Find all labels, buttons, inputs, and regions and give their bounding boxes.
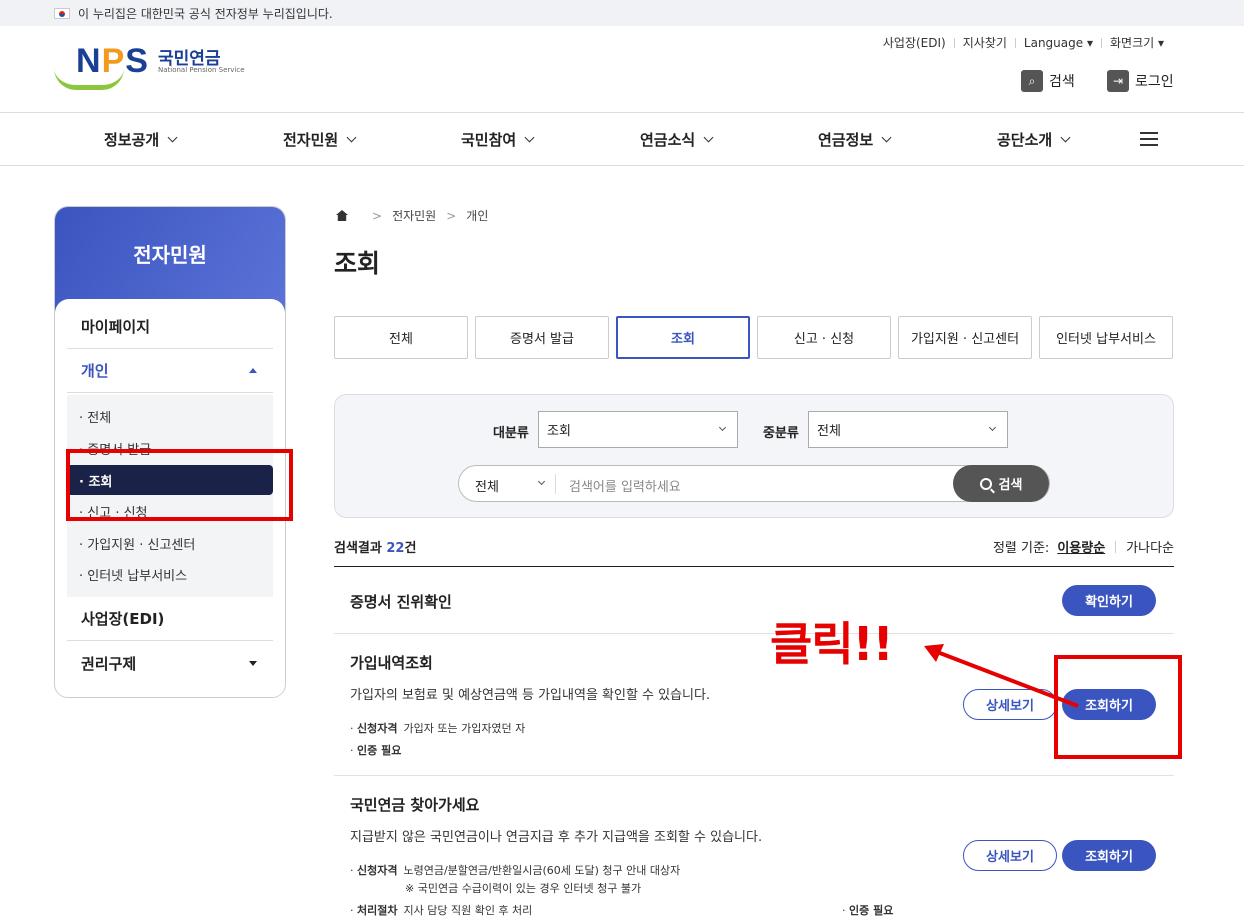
item-desc: 지급받지 않은 국민연금이나 연금지급 후 추가 지급액을 조회할 수 있습니다… <box>350 830 763 845</box>
utility-menu: 사업장(EDI) 지사찾기 Language ▾ 화면크기 ▾ <box>875 34 1172 51</box>
item-title: 증명서 진위확인 <box>350 593 452 611</box>
category-tabs: 전체 증명서 발급 조회 신고 · 신청 가입지원 · 신고센터 인터넷 납부서… <box>334 316 1173 359</box>
result-count: 검색결과 22건 <box>334 541 417 556</box>
search-icon <box>979 477 992 490</box>
page-title: 조회 <box>334 249 381 278</box>
gnb-participation[interactable]: 국민참여 <box>461 129 535 150</box>
util-branch[interactable]: 지사찾기 <box>955 34 1015 51</box>
tab-support[interactable]: 가입지원 · 신고센터 <box>898 316 1032 359</box>
korea-flag-icon <box>54 7 70 19</box>
search-field: 전체 검색어를 입력하세요 검색 <box>458 465 1050 502</box>
minor-select[interactable]: 전체 <box>808 411 1008 448</box>
gnb-news[interactable]: 연금소식 <box>640 129 714 150</box>
sub-item-all[interactable]: · 전체 <box>67 401 273 431</box>
util-language[interactable]: Language ▾ <box>1016 36 1101 50</box>
logo-en: National Pension Service <box>158 66 245 74</box>
item-title: 가입내역조회 <box>350 654 433 672</box>
chevron-down-icon <box>718 423 727 432</box>
minor-label: 중분류 <box>763 426 799 441</box>
search-submit-button[interactable]: 검색 <box>953 465 1049 502</box>
list-item: 국민연금 찾아가세요 지급받지 않은 국민연금이나 연금지급 후 추가 지급액을… <box>334 776 1174 924</box>
util-screen-size[interactable]: 화면크기 ▾ <box>1102 34 1172 51</box>
click-annotation: 클릭!! <box>770 617 894 671</box>
chevron-down-icon <box>167 132 178 143</box>
tab-inquiry[interactable]: 조회 <box>616 316 750 359</box>
login-icon: ⇥ <box>1107 70 1129 92</box>
chevron-down-icon <box>881 132 892 143</box>
home-icon[interactable] <box>336 210 348 221</box>
util-edi[interactable]: 사업장(EDI) <box>875 34 954 51</box>
side-item-rights[interactable]: 권리구제 <box>67 641 273 685</box>
chevron-down-icon <box>524 132 535 143</box>
side-item-mypage[interactable]: 마이페이지 <box>67 305 273 349</box>
gov-banner: 이 누리집은 대한민국 공식 전자정부 누리집입니다. <box>0 0 1244 26</box>
item-desc: 가입자의 보험료 및 예상연금액 등 가입내역을 확인할 수 있습니다. <box>350 688 711 703</box>
gnb-pension-info[interactable]: 연금정보 <box>818 129 892 150</box>
logo-mark: NPS <box>76 42 149 80</box>
item-title: 국민연금 찾아가세요 <box>350 796 480 814</box>
sort-alpha[interactable]: 가나다순 <box>1126 537 1174 556</box>
gnb-info[interactable]: 정보공개 <box>104 129 178 150</box>
inquiry-button[interactable]: 조회하기 <box>1062 840 1156 871</box>
search-type-select[interactable]: 전체 <box>475 476 499 495</box>
tab-report[interactable]: 신고 · 신청 <box>757 316 891 359</box>
verify-button[interactable]: 확인하기 <box>1062 585 1156 616</box>
annotation-arrow-icon <box>924 644 1079 708</box>
global-nav: 정보공개 전자민원 국민참여 연금소식 연금정보 공단소개 <box>0 113 1244 166</box>
search-icon: ⌕ <box>1021 70 1043 92</box>
detail-button[interactable]: 상세보기 <box>963 840 1057 871</box>
chevron-down-icon <box>537 477 546 486</box>
sub-item-support[interactable]: · 가입지원 · 신고센터 <box>67 528 273 558</box>
header-login-button[interactable]: ⇥ 로그인 <box>1107 70 1174 92</box>
gnb-about[interactable]: 공단소개 <box>997 129 1071 150</box>
gov-banner-text: 이 누리집은 대한민국 공식 전자정부 누리집입니다. <box>78 6 333 21</box>
breadcrumb: > 전자민원 > 개인 <box>336 207 488 224</box>
chevron-down-icon <box>1060 132 1071 143</box>
header-search-button[interactable]: ⌕ 검색 <box>1021 70 1075 92</box>
sort-popular[interactable]: 이용량순 <box>1057 537 1105 556</box>
sort-options: 정렬 기준: 이용량순 가나다순 <box>993 537 1174 556</box>
tab-payment[interactable]: 인터넷 납부서비스 <box>1039 316 1173 359</box>
tab-certificate[interactable]: 증명서 발급 <box>475 316 609 359</box>
major-select[interactable]: 조회 <box>538 411 738 448</box>
caret-up-icon <box>249 368 257 373</box>
header: NPS 국민연금 National Pension Service 사업장(ED… <box>0 26 1244 113</box>
breadcrumb-e-civil[interactable]: 전자민원 <box>392 207 436 224</box>
major-label: 대분류 <box>493 426 529 441</box>
chevron-down-icon <box>988 423 997 432</box>
side-item-edi[interactable]: 사업장(EDI) <box>67 597 273 641</box>
gnb-e-civil[interactable]: 전자민원 <box>283 129 357 150</box>
chevron-down-icon <box>703 132 714 143</box>
side-item-personal[interactable]: 개인 <box>67 349 273 393</box>
highlight-box-sidebar <box>66 449 293 521</box>
nps-logo[interactable]: NPS 국민연금 National Pension Service <box>54 42 254 96</box>
chevron-down-icon <box>346 132 357 143</box>
search-box: 대분류 조회 중분류 전체 전체 검색어를 입력하세요 검색 <box>334 394 1174 518</box>
breadcrumb-personal[interactable]: 개인 <box>466 207 488 224</box>
search-input[interactable]: 검색어를 입력하세요 <box>569 476 681 495</box>
caret-down-icon <box>249 660 257 666</box>
tab-all[interactable]: 전체 <box>334 316 468 359</box>
hamburger-menu-icon[interactable] <box>1140 132 1158 146</box>
sub-item-payment[interactable]: · 인터넷 납부서비스 <box>67 559 273 589</box>
list-item: 증명서 진위확인 확인하기 <box>334 567 1174 634</box>
